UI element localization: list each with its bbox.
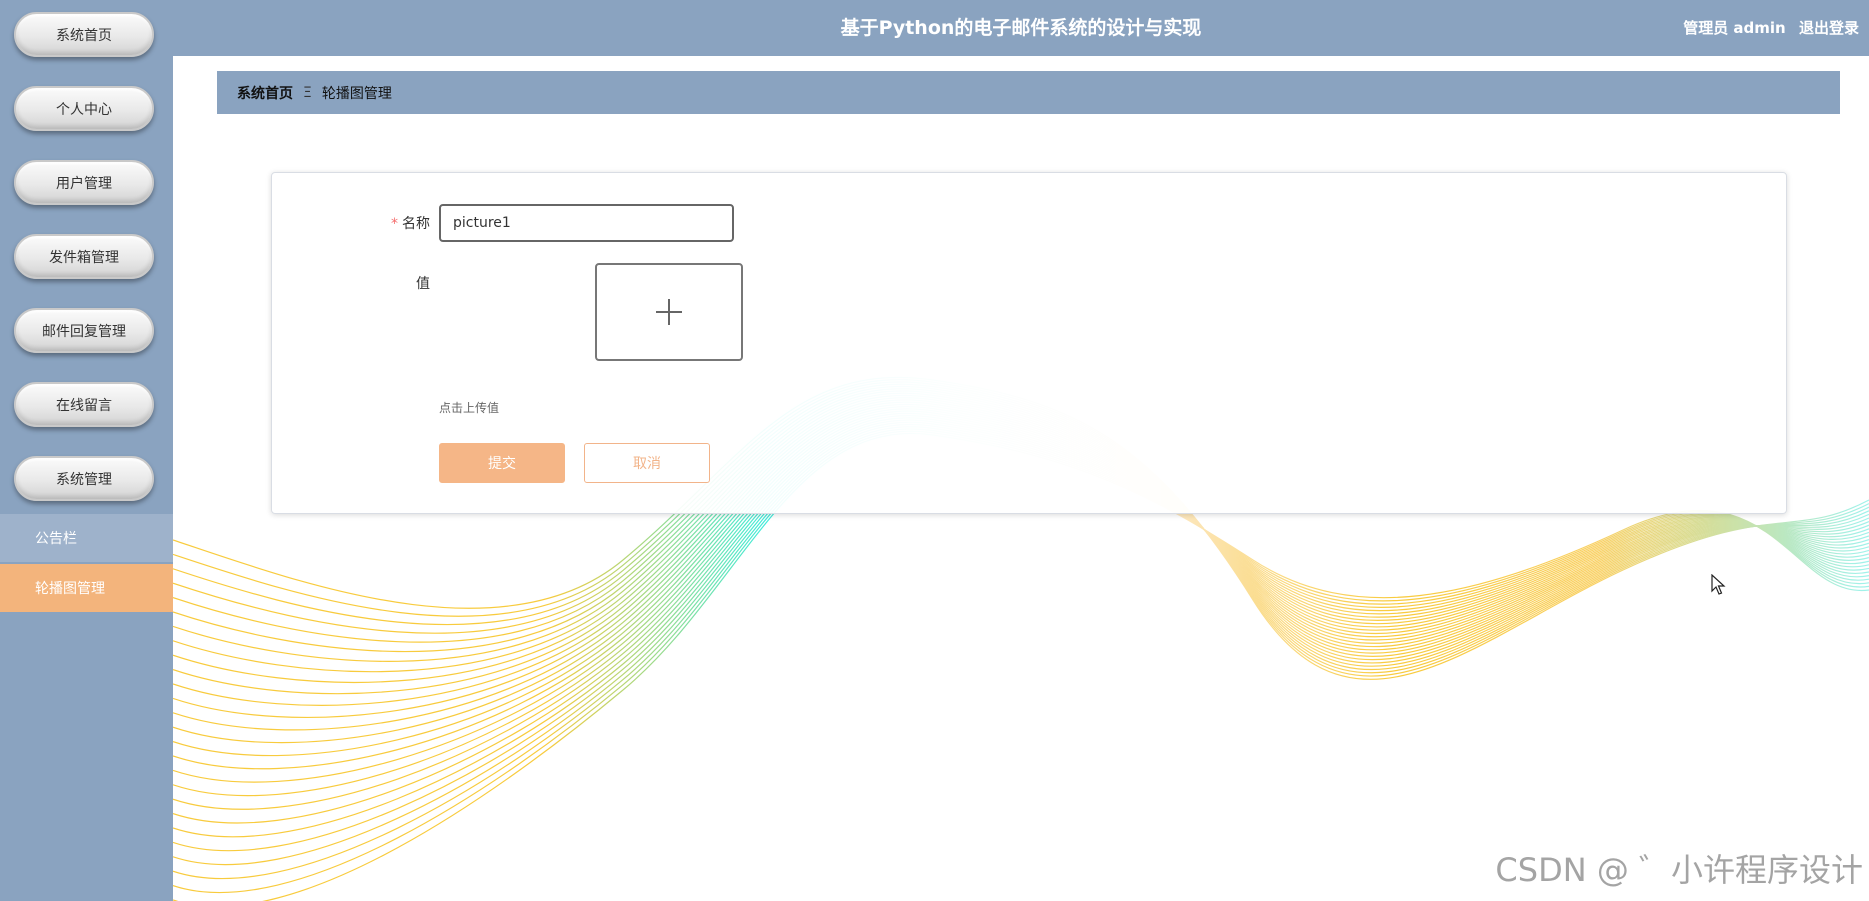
breadcrumb-separator-icon: Ξ — [303, 84, 312, 101]
breadcrumb-home[interactable]: 系统首页 — [237, 83, 293, 103]
name-label-text: 名称 — [402, 216, 430, 232]
breadcrumb: 系统首页 Ξ 轮播图管理 — [217, 71, 1840, 114]
mouse-cursor-icon — [1711, 574, 1726, 595]
required-mark: * — [391, 216, 398, 232]
sidebar-subitem-notice[interactable]: 公告栏 — [0, 514, 173, 562]
sidebar-item-messages[interactable]: 在线留言 — [14, 382, 154, 427]
value-label: 值 — [416, 276, 430, 292]
sidebar-item-system[interactable]: 系统管理 — [14, 456, 154, 501]
sidebar-subitem-carousel[interactable]: 轮播图管理 — [0, 564, 173, 612]
name-label: * 名称 — [390, 213, 430, 233]
sidebar-item-profile[interactable]: 个人中心 — [14, 86, 154, 131]
user-label: 管理员 admin — [1683, 19, 1786, 37]
app-title: 基于Python的电子邮件系统的设计与实现 — [840, 17, 1202, 39]
sidebar-item-users[interactable]: 用户管理 — [14, 160, 154, 205]
sidebar: 系统首页 个人中心 用户管理 发件箱管理 邮件回复管理 在线留言 系统管理 公告… — [0, 0, 173, 901]
plus-icon — [656, 299, 682, 325]
watermark: CSDN @ ゛小许程序设计 — [1495, 851, 1863, 889]
upload-box[interactable] — [595, 263, 743, 361]
form-card: *名称 值 点击上传值 提交 取消 — [271, 172, 1787, 514]
upload-tip: 点击上传值 — [439, 401, 500, 415]
sidebar-item-home[interactable]: 系统首页 — [14, 12, 154, 57]
user-area: 管理员 admin 退出登录 — [1675, 0, 1859, 56]
sidebar-item-outbox[interactable]: 发件箱管理 — [14, 234, 154, 279]
top-header: 基于Python的电子邮件系统的设计与实现 管理员 admin 退出登录 — [173, 0, 1869, 56]
submit-button[interactable]: 提交 — [439, 443, 565, 483]
breadcrumb-current: 轮播图管理 — [321, 85, 392, 102]
sidebar-item-mail-reply[interactable]: 邮件回复管理 — [14, 308, 154, 353]
name-input[interactable] — [439, 204, 734, 242]
logout-link[interactable]: 退出登录 — [1799, 19, 1859, 37]
cancel-button[interactable]: 取消 — [584, 443, 710, 483]
